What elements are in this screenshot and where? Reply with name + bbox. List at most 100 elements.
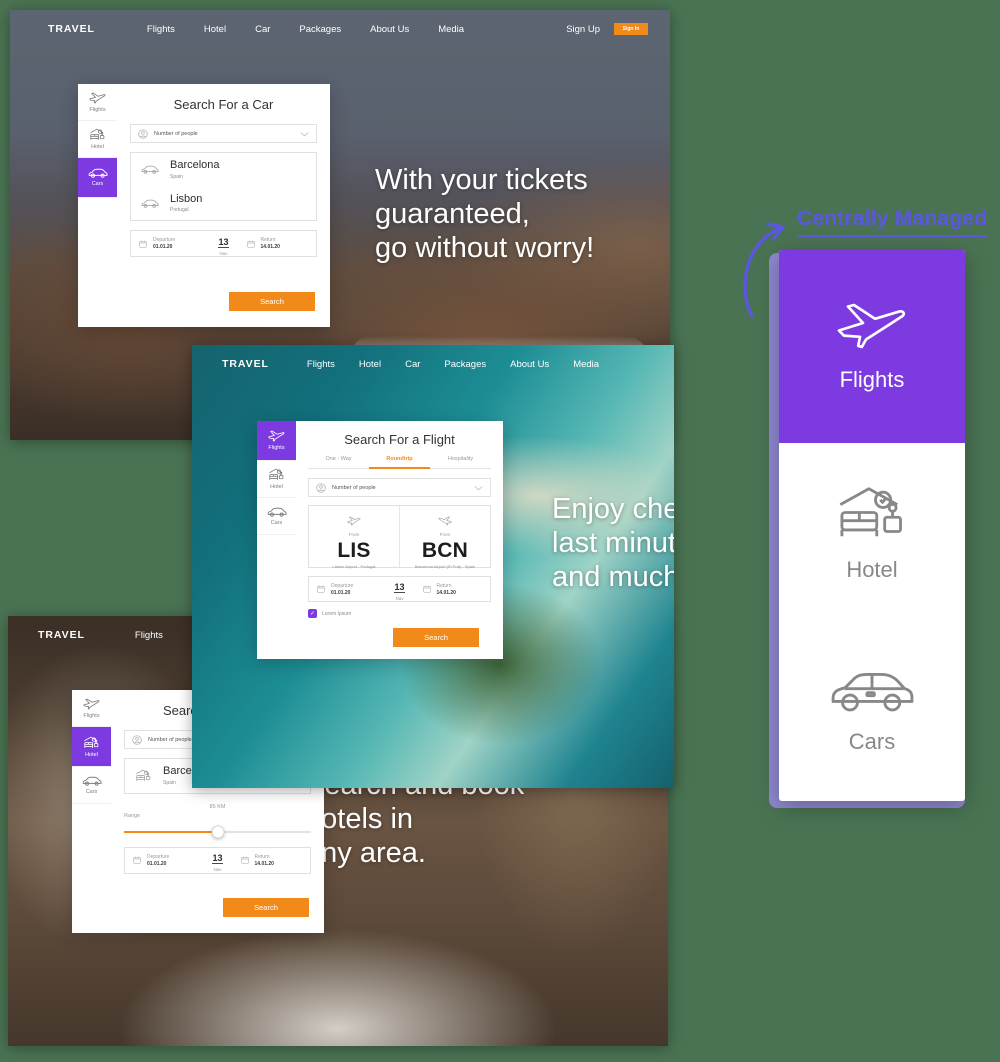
flight-hero-line-2: last minute flights — [552, 527, 674, 560]
nav-link-packages[interactable]: Packages — [299, 24, 341, 35]
nav-link-media[interactable]: Media — [573, 359, 599, 370]
flight-site-window: TRAVEL Flights Hotel Car Packages About … — [192, 345, 674, 788]
nav-link-flights[interactable]: Flights — [135, 630, 163, 641]
car-location-row-2[interactable]: Lisbon Portugal — [131, 187, 316, 221]
hotel-range-value: 85 KM — [209, 803, 226, 810]
rail-item-cars[interactable]: Cars — [72, 767, 111, 804]
nav-link-hotel[interactable]: Hotel — [359, 359, 381, 370]
rail-item-hotel[interactable]: Hotel — [257, 461, 296, 498]
flight-hero-line-3: and much more. — [552, 561, 674, 594]
hotel-search-button[interactable]: Search — [223, 898, 309, 917]
flight-destination-cell[interactable]: From BCN Barcelona Airport (El Prat) - S… — [399, 506, 490, 569]
callout-item-cars[interactable]: Cars — [779, 623, 965, 801]
car-nights-unit: Nav — [219, 250, 228, 256]
hotel-departure-field[interactable]: Departure 01.01.20 — [133, 854, 195, 867]
flight-search-card: Flights Hotel Cars Search For a Flight O… — [257, 421, 503, 659]
hotel-departure-value: 01.01.20 — [147, 860, 167, 867]
car-people-field[interactable]: Number of people — [130, 124, 317, 143]
brand-logo[interactable]: TRAVEL — [222, 358, 269, 370]
callout-item-flights[interactable]: Flights — [779, 250, 965, 443]
rail-item-flights[interactable]: Flights — [257, 421, 296, 461]
car-departure-field[interactable]: Departure 01.01.20 — [139, 237, 201, 250]
car-return-label: Return — [260, 237, 276, 244]
flight-origin-cell[interactable]: From LIS Lisbon Airport - Portugal — [309, 506, 399, 569]
hotel-departure-label: Departure — [147, 853, 170, 860]
flight-return-field[interactable]: Return 14.01.20 — [422, 582, 483, 596]
calendar-icon — [317, 585, 325, 593]
nav-link-packages[interactable]: Packages — [444, 359, 486, 370]
flight-nights-unit: Nav — [395, 596, 404, 601]
hotel-nights-unit: Nav — [213, 867, 222, 873]
car-icon — [82, 776, 102, 786]
hotel-return-field[interactable]: Return 14.01.20 — [240, 854, 303, 867]
flight-lorem-checkbox-row[interactable]: ✓ Lorem Ipsum — [308, 609, 491, 618]
hotel-range-knob[interactable] — [211, 825, 224, 839]
login-button[interactable]: Sign In — [614, 23, 648, 35]
rail-label-flights: Flights — [83, 712, 100, 719]
nav-link-media[interactable]: Media — [438, 24, 464, 35]
person-icon — [132, 734, 142, 745]
flight-people-placeholder: Number of people — [332, 484, 376, 491]
rail-item-flights[interactable]: Flights — [78, 84, 117, 121]
flight-trip-tabs: One - Way Roundtrip Hospitality — [308, 456, 491, 469]
rail-label-hotel: Hotel — [85, 751, 98, 758]
hotel-range-slider[interactable]: Range 85 KM — [124, 803, 311, 839]
car-departure-value: 01.01.20 — [153, 244, 173, 251]
flight-departure-field[interactable]: Departure 01.01.20 — [317, 583, 377, 596]
car-hero-line-1: With your tickets — [375, 164, 588, 196]
nav-link-flights[interactable]: Flights — [307, 359, 335, 370]
car-search-button[interactable]: Search — [229, 292, 315, 311]
car-return-value: 14.01.20 — [260, 244, 280, 251]
brand-logo[interactable]: TRAVEL — [48, 23, 95, 35]
car-location-row-1[interactable]: Barcelona Spain — [131, 153, 316, 187]
car-location-city-2: Lisbon — [170, 192, 203, 205]
hotel-departure-text: Departure 01.01.20 — [147, 854, 169, 867]
car-hero-title: With your tickets guaranteed, go without… — [375, 163, 594, 266]
nav-link-flights[interactable]: Flights — [147, 24, 175, 35]
calendar-icon — [422, 585, 431, 593]
car-location-country-2: Portugal — [170, 207, 189, 214]
flight-hero-line-1: Enjoy cheap tickets, — [552, 493, 674, 525]
person-icon — [138, 128, 148, 139]
nav-link-hotel[interactable]: Hotel — [204, 24, 226, 35]
rail-item-hotel[interactable]: Hotel — [78, 121, 117, 158]
rail-item-flights[interactable]: Flights — [72, 690, 111, 727]
callout-panel: Flights Hotel Cars — [779, 250, 965, 801]
hotel-bed-icon — [269, 468, 284, 480]
checkbox-checked-icon[interactable]: ✓ — [308, 609, 317, 618]
flight-return-label: Return — [436, 582, 452, 589]
rail-item-hotel[interactable]: Hotel — [72, 727, 111, 767]
brand-logo[interactable]: TRAVEL — [38, 629, 85, 641]
nav-link-about-us[interactable]: About Us — [370, 24, 409, 35]
tab-roundtrip[interactable]: Roundtrip — [369, 456, 430, 469]
callout-item-hotel[interactable]: Hotel — [779, 443, 965, 623]
flight-people-field[interactable]: Number of people — [308, 478, 491, 497]
plane-icon — [89, 92, 106, 103]
calendar-icon — [246, 240, 255, 248]
tab-hospitality[interactable]: Hospitality — [430, 456, 491, 469]
plane-icon — [83, 698, 100, 709]
car-card-body: Search For a Car Number of people Barcel… — [117, 84, 330, 327]
flight-airports-box: From LIS Lisbon Airport - Portugal From … — [308, 505, 491, 569]
rail-item-cars[interactable]: Cars — [257, 498, 296, 535]
flight-nav-links: Flights Hotel Car Packages About Us Medi… — [307, 359, 599, 370]
car-hero-line-2: guaranteed, — [375, 198, 530, 231]
flight-departure-text: Departure 01.01.20 — [331, 583, 353, 596]
signup-link[interactable]: Sign Up — [566, 24, 600, 35]
car-return-field[interactable]: Return 14.01.20 — [246, 237, 309, 251]
hotel-range-fill — [124, 830, 218, 833]
nav-link-car[interactable]: Car — [405, 359, 420, 370]
flight-destination-code: BCN — [421, 539, 469, 562]
nav-link-about-us[interactable]: About Us — [510, 359, 549, 370]
hotel-hero-line-3: any area. — [305, 837, 426, 870]
hotel-nights: 13 Nav — [195, 848, 241, 872]
tab-one-way[interactable]: One - Way — [308, 456, 369, 469]
hotel-range-track[interactable] — [124, 825, 311, 839]
hotel-bed-icon — [839, 486, 902, 536]
car-card-title: Search For a Car — [173, 97, 274, 112]
flight-search-button[interactable]: Search — [393, 628, 479, 647]
nav-link-car[interactable]: Car — [255, 24, 270, 35]
hotel-nights-count: 13 — [212, 853, 223, 865]
flight-hero-title: Enjoy cheap tickets, last minute flights… — [552, 492, 674, 595]
rail-item-cars[interactable]: Cars — [78, 158, 117, 198]
